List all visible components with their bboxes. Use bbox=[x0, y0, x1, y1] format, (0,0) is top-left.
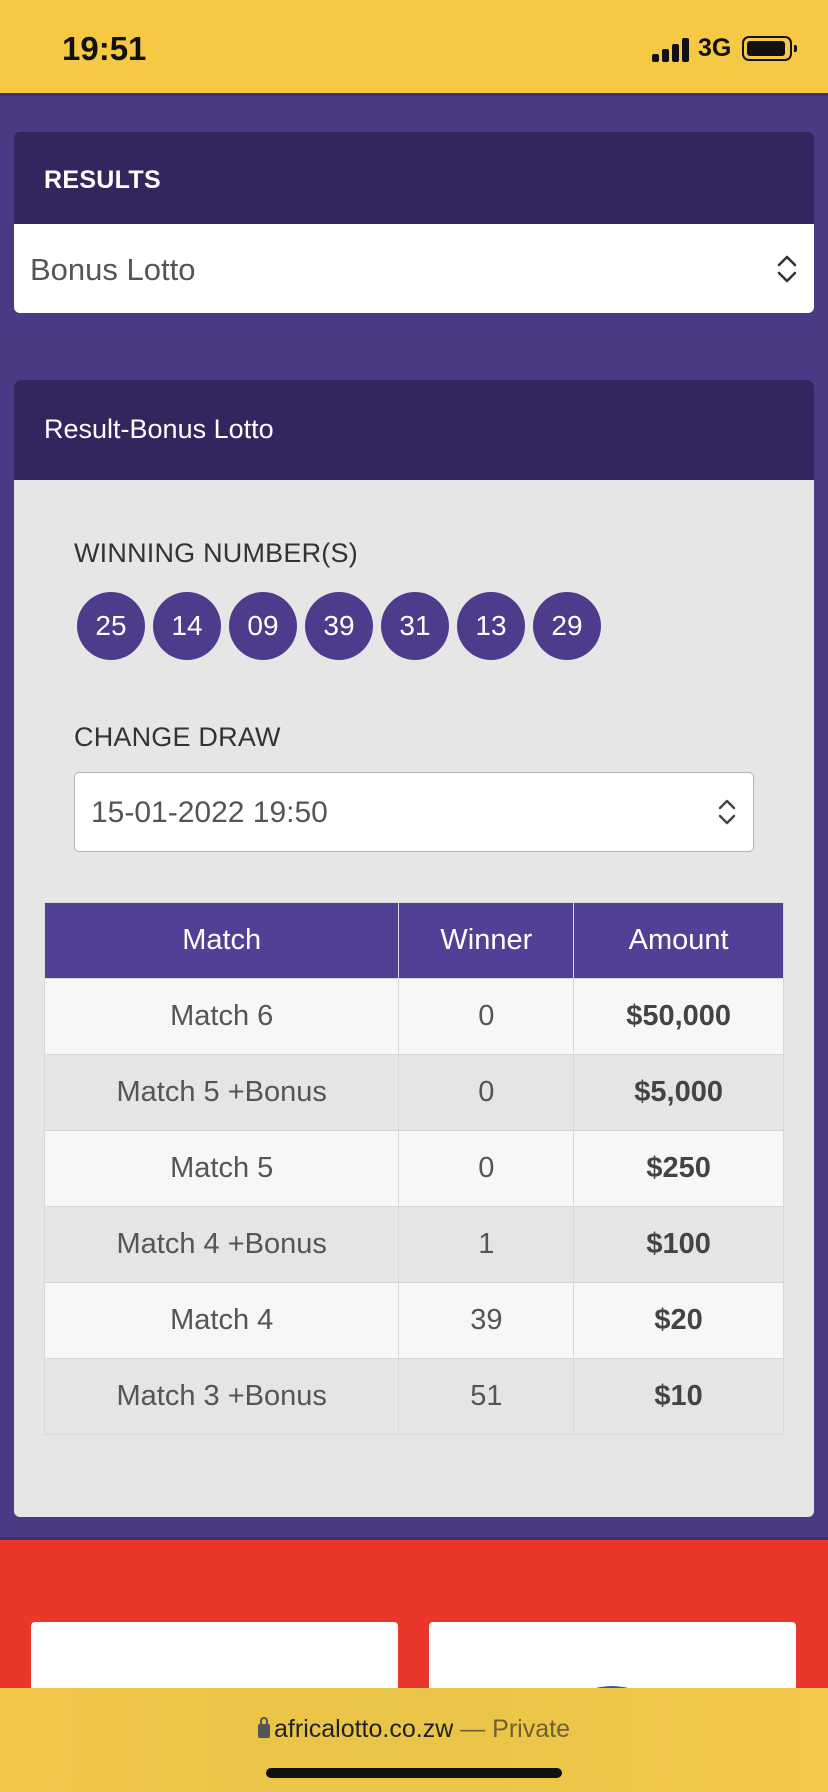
game-select-value: Bonus Lotto bbox=[30, 252, 196, 287]
amount-cell: $20 bbox=[573, 1282, 784, 1359]
game-select[interactable]: Bonus Lotto bbox=[14, 224, 814, 313]
winner-cell: 51 bbox=[398, 1358, 575, 1435]
match-cell: Match 6 bbox=[43, 978, 400, 1055]
results-panel: RESULTS Bonus Lotto bbox=[14, 132, 814, 313]
amount-cell: $10 bbox=[573, 1358, 784, 1435]
result-heading: Result-Bonus Lotto bbox=[14, 380, 814, 480]
results-heading: RESULTS bbox=[14, 132, 814, 224]
network-type: 3G bbox=[698, 34, 732, 62]
number-ball: 14 bbox=[153, 592, 221, 660]
change-draw-label: CHANGE DRAW bbox=[74, 722, 281, 752]
column-header-amount: Amount bbox=[573, 902, 784, 979]
amount-cell: $250 bbox=[573, 1130, 784, 1207]
match-cell: Match 5 +Bonus bbox=[43, 1054, 400, 1131]
prize-table: Match Winner Amount Match 6 0 $50,000 Ma… bbox=[43, 902, 784, 1435]
signal-icon bbox=[652, 38, 690, 62]
winner-cell: 0 bbox=[398, 1054, 575, 1131]
winner-cell: 39 bbox=[398, 1282, 575, 1359]
match-cell: Match 4 bbox=[43, 1282, 400, 1359]
updown-chevron-icon bbox=[776, 254, 798, 284]
battery-icon bbox=[742, 36, 797, 61]
winning-numbers-label: WINNING NUMBER(S) bbox=[74, 538, 358, 568]
result-panel: Result-Bonus Lotto WINNING NUMBER(S) 25 … bbox=[14, 380, 814, 1517]
status-time: 19:51 bbox=[62, 30, 147, 67]
table-row: Match 4 +Bonus 1 $100 bbox=[43, 1206, 784, 1283]
url-text: africalotto.co.zw bbox=[274, 1715, 454, 1743]
draw-select-value: 15-01-2022 19:50 bbox=[91, 796, 328, 829]
table-header-row: Match Winner Amount bbox=[43, 902, 784, 979]
amount-cell: $50,000 bbox=[573, 978, 784, 1055]
table-row: Match 5 +Bonus 0 $5,000 bbox=[43, 1054, 784, 1131]
table-row: Match 3 +Bonus 51 $10 bbox=[43, 1358, 784, 1435]
winner-cell: 1 bbox=[398, 1206, 575, 1283]
amount-cell: $100 bbox=[573, 1206, 784, 1283]
number-ball: 39 bbox=[305, 592, 373, 660]
table-row: Match 6 0 $50,000 bbox=[43, 978, 784, 1055]
browser-bottom-bar: africalotto.co.zw — Private bbox=[0, 1688, 828, 1792]
status-bar: 19:51 3G bbox=[0, 0, 828, 96]
number-ball: 13 bbox=[457, 592, 525, 660]
number-ball: 25 bbox=[77, 592, 145, 660]
column-header-match: Match bbox=[43, 902, 400, 979]
match-cell: Match 3 +Bonus bbox=[43, 1358, 400, 1435]
lock-icon bbox=[258, 1717, 271, 1738]
table-row: Match 4 39 $20 bbox=[43, 1282, 784, 1359]
home-indicator[interactable] bbox=[266, 1768, 562, 1778]
updown-chevron-icon bbox=[716, 797, 738, 827]
private-mode-label: Private bbox=[492, 1715, 570, 1743]
number-ball: 09 bbox=[229, 592, 297, 660]
amount-cell: $5,000 bbox=[573, 1054, 784, 1131]
table-row: Match 5 0 $250 bbox=[43, 1130, 784, 1207]
winner-cell: 0 bbox=[398, 1130, 575, 1207]
number-ball: 31 bbox=[381, 592, 449, 660]
match-cell: Match 4 +Bonus bbox=[43, 1206, 400, 1283]
number-ball: 29 bbox=[533, 592, 601, 660]
address-bar[interactable]: africalotto.co.zw — Private bbox=[0, 1715, 828, 1744]
draw-select[interactable]: 15-01-2022 19:50 bbox=[74, 772, 754, 852]
url-separator: — bbox=[460, 1715, 486, 1743]
winner-cell: 0 bbox=[398, 978, 575, 1055]
winning-numbers: 25 14 09 39 31 13 29 bbox=[77, 592, 601, 660]
match-cell: Match 5 bbox=[43, 1130, 400, 1207]
column-header-winner: Winner bbox=[398, 902, 575, 979]
